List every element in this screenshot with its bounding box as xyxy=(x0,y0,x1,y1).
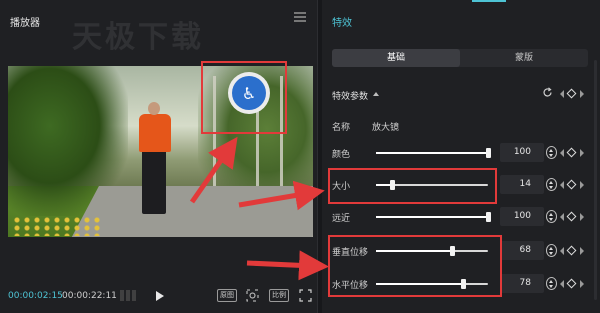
keyframe-next-icon[interactable] xyxy=(580,247,584,255)
param-value-input[interactable]: 100 xyxy=(500,143,544,162)
video-person-legs xyxy=(142,150,166,214)
param-value-input[interactable]: 14 xyxy=(500,175,544,194)
param-value-input[interactable]: 78 xyxy=(500,274,544,293)
keyframe-diamond-icon[interactable] xyxy=(566,245,577,256)
param-slider[interactable] xyxy=(376,148,491,158)
video-road xyxy=(67,186,313,237)
tab-basic[interactable]: 基础 xyxy=(332,49,460,67)
stepper-icon[interactable] xyxy=(546,277,557,290)
video-person-head xyxy=(148,102,160,115)
keyframe-diamond-icon[interactable] xyxy=(566,211,577,222)
stepper-icon[interactable] xyxy=(546,178,557,191)
size-highlight xyxy=(328,168,497,204)
name-label: 名称 xyxy=(332,123,351,133)
slider-knob[interactable] xyxy=(486,148,491,158)
keyframe-prev-icon[interactable] xyxy=(560,181,564,189)
magnifier-highlight xyxy=(201,61,287,134)
slider-fill xyxy=(376,216,488,218)
grid-icon[interactable] xyxy=(120,290,136,301)
keyframe-prev-icon[interactable] xyxy=(560,149,564,157)
keyframe-prev-icon[interactable] xyxy=(560,280,564,288)
keyframe-diamond-icon[interactable] xyxy=(566,147,577,158)
reset-icon[interactable] xyxy=(542,87,553,98)
param-label: 远近 xyxy=(332,214,351,224)
param-label: 颜色 xyxy=(332,150,351,160)
param-value-input[interactable]: 68 xyxy=(500,241,544,260)
player-panel: 播放器 天极下载 ♿ 00:00:02:15 00:00:22:11 原图 比例 xyxy=(0,0,318,313)
keyframe-next-icon[interactable] xyxy=(580,181,584,189)
video-person-body xyxy=(139,114,171,152)
param-slider[interactable] xyxy=(376,212,491,222)
player-title: 播放器 xyxy=(10,18,40,29)
name-value: 放大镜 xyxy=(372,123,400,133)
keyframe-next-icon[interactable] xyxy=(580,149,584,157)
player-controls: 00:00:02:15 00:00:22:11 原图 比例 xyxy=(0,284,318,308)
keyframe-next-icon[interactable] xyxy=(580,280,584,288)
keyframe-diamond-icon[interactable] xyxy=(566,278,577,289)
section-title[interactable]: 特效参数 xyxy=(332,89,368,102)
offset-highlight xyxy=(328,235,502,297)
original-button[interactable]: 原图 xyxy=(217,289,237,302)
param-row: 颜色 100 xyxy=(322,143,600,163)
tab-mask[interactable]: 蒙版 xyxy=(460,49,588,67)
watermark: 天极下载 xyxy=(72,20,204,55)
play-icon[interactable] xyxy=(156,291,164,301)
keyframe-next-icon[interactable] xyxy=(580,90,584,98)
video-flowers xyxy=(12,216,102,236)
stepper-icon[interactable] xyxy=(546,146,557,159)
caret-up-icon[interactable] xyxy=(373,92,379,96)
keyframe-next-icon[interactable] xyxy=(580,213,584,221)
scrollbar[interactable] xyxy=(594,60,597,300)
keyframe-prev-icon[interactable] xyxy=(560,247,564,255)
fullscreen-icon[interactable] xyxy=(299,289,312,302)
slider-knob[interactable] xyxy=(486,212,491,222)
effects-header: 特效 xyxy=(322,0,600,42)
time-total: 00:00:22:11 xyxy=(62,291,117,301)
time-current: 00:00:02:15 xyxy=(8,291,63,301)
stepper-icon[interactable] xyxy=(546,244,557,257)
keyframe-diamond-icon[interactable] xyxy=(566,179,577,190)
stepper-icon[interactable] xyxy=(546,210,557,223)
param-row: 远近 100 xyxy=(322,207,600,227)
player-header: 播放器 天极下载 xyxy=(0,0,318,55)
effects-tabs: 基础 蒙版 xyxy=(332,49,588,67)
keyframe-prev-icon[interactable] xyxy=(560,213,564,221)
effects-title: 特效 xyxy=(332,18,352,29)
keyframe-diamond-icon[interactable] xyxy=(566,88,577,99)
menu-icon[interactable] xyxy=(294,12,306,22)
name-row: 名称 放大镜 xyxy=(322,116,600,136)
param-value-input[interactable]: 100 xyxy=(500,207,544,226)
ratio-button[interactable]: 比例 xyxy=(269,289,289,302)
fit-icon[interactable] xyxy=(246,289,259,302)
slider-fill xyxy=(376,152,488,154)
keyframe-prev-icon[interactable] xyxy=(560,90,564,98)
